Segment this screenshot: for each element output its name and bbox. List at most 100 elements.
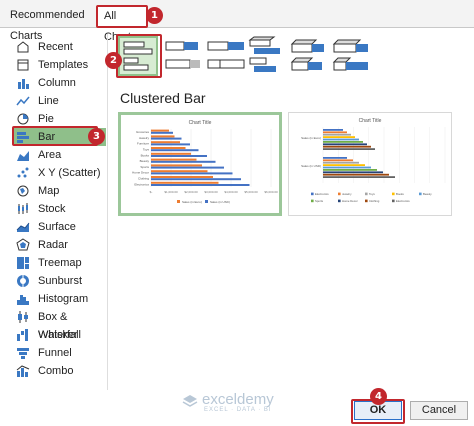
sidebar-item-label: X Y (Scatter) xyxy=(38,167,101,179)
preview-2-legend-swatch xyxy=(419,192,422,196)
sidebar-item-stock[interactable]: Stock xyxy=(14,200,106,218)
preview-1-bar-euro xyxy=(151,135,175,138)
preview-1-bar-usd xyxy=(151,178,241,181)
sidebar-item-combo[interactable]: Combo xyxy=(14,362,106,380)
preview-1-bar-euro xyxy=(151,176,213,178)
preview-1-bar-usd xyxy=(151,137,182,140)
preview-1-category-label: Jewelry xyxy=(139,136,150,140)
preview-2-legend-swatch xyxy=(365,199,368,203)
preview-2-bar xyxy=(323,141,363,143)
sidebar-item-label: Map xyxy=(38,185,60,197)
preview-1-tick-label: $2,000.00 xyxy=(184,190,198,194)
sidebar-item-funnel[interactable]: Funnel xyxy=(14,344,106,362)
cancel-button[interactable]: Cancel xyxy=(410,401,468,420)
sidebar-item-box-whisker[interactable]: Box & Whisker xyxy=(14,308,106,341)
chart-type-sidebar: Recent Templates Column Line Pie Bar Are… xyxy=(8,34,108,390)
preview-1-category-label: Home Decor xyxy=(132,171,149,175)
3d-100-stacked-bar-subtype-icon xyxy=(332,39,368,71)
preview-2-legend-label: Home Decor xyxy=(342,199,358,203)
preview-2-bar xyxy=(323,131,347,134)
preview-2-legend-label: Books xyxy=(396,192,404,196)
preview-1-category-label: Electronics xyxy=(134,182,149,186)
preview-2-chart: Chart Title Sales (in Euro) Sales (in USD)… xyxy=(301,118,446,203)
preview-2-legend-swatch xyxy=(311,192,314,196)
subtype-3d-stacked-bar[interactable] xyxy=(290,36,330,76)
preview-2-bar xyxy=(323,173,389,176)
preview-2-bar xyxy=(323,148,375,150)
column-chart-icon xyxy=(18,79,29,89)
sunburst-chart-icon xyxy=(17,275,29,287)
funnel-chart-icon xyxy=(17,348,29,359)
preview-1-bar-usd xyxy=(151,143,190,146)
3d-clustered-bar-subtype-icon xyxy=(248,36,280,72)
sidebar-item-area[interactable]: Area xyxy=(14,146,106,164)
preview-1-tick-label: $6,000.00 xyxy=(264,190,278,194)
subtype-3d-100-stacked-bar[interactable] xyxy=(332,36,372,76)
preview-1-chart: Chart Title $- $1,000.00 $2,000.00 $3,000.00… xyxy=(132,120,278,204)
sidebar-item-templates[interactable]: Templates xyxy=(14,56,106,74)
sidebar-item-label: Area xyxy=(38,149,62,161)
preview-2-bar xyxy=(323,164,365,166)
chart-preview-1[interactable]: Chart Title $- $1,000.00 $2,000.00 $3,000.00… xyxy=(118,112,282,216)
chart-options-panel: Clustered Bar Chart Title $- $1,000.00 $2,0… xyxy=(112,34,468,390)
sidebar-item-line[interactable]: Line xyxy=(14,92,106,110)
sidebar-item-column[interactable]: Column xyxy=(14,74,106,92)
sidebar-item-surface[interactable]: Surface xyxy=(14,218,106,236)
preview-2-title: Chart Title xyxy=(359,118,382,124)
combo-chart-icon xyxy=(16,365,30,377)
sidebar-item-label: Treemap xyxy=(38,257,82,269)
sidebar-item-radar[interactable]: Radar xyxy=(14,236,106,254)
sidebar-item-label: Combo xyxy=(38,365,74,377)
preview-1-bar-euro xyxy=(151,158,197,161)
preview-1-category-label: Furniture xyxy=(137,142,149,146)
preview-1-bar-euro xyxy=(151,181,219,184)
preview-2-legend-label: Toys xyxy=(369,192,375,196)
chart-preview-2[interactable]: Chart Title Sales (in Euro) Sales (in USD)… xyxy=(288,112,452,216)
sidebar-item-histogram[interactable]: Histogram xyxy=(14,290,106,308)
preview-1-category-label: Clothing xyxy=(138,177,149,181)
templates-icon xyxy=(17,59,29,71)
preview-1-bar-euro xyxy=(151,164,202,167)
preview-1-bar-euro xyxy=(151,170,208,173)
preview-1-bar-euro xyxy=(151,141,180,144)
preview-1-bar-euro xyxy=(151,152,191,155)
subtype-stacked-bar[interactable] xyxy=(164,36,204,76)
sidebar-item-scatter[interactable]: X Y (Scatter) xyxy=(14,164,106,182)
sidebar-item-treemap[interactable]: Treemap xyxy=(14,254,106,272)
treemap-chart-icon xyxy=(17,257,29,269)
preview-2-bar xyxy=(323,145,371,148)
preview-2-legend-label: Beauty xyxy=(423,192,432,196)
preview-2-legend-swatch xyxy=(392,199,395,203)
subtype-100-stacked-bar[interactable] xyxy=(206,36,246,76)
preview-2-legend-label: Electronics xyxy=(396,199,410,203)
waterfall-chart-icon xyxy=(17,329,28,341)
preview-1-category-label: Beauty xyxy=(140,159,150,163)
tab-recommended-charts[interactable]: Recommended Charts xyxy=(4,5,96,42)
preview-1-legend-swatch xyxy=(205,200,208,203)
preview-2-bar xyxy=(323,129,343,131)
sidebar-item-recent[interactable]: Recent xyxy=(14,38,106,56)
preview-2-legend-swatch xyxy=(392,192,395,196)
preview-2-bar xyxy=(323,136,355,138)
preview-1-bar-usd xyxy=(151,172,233,175)
preview-1-category-label: Sports xyxy=(140,165,149,169)
subtype-3d-clustered-bar[interactable] xyxy=(248,36,288,76)
sidebar-item-label: Surface xyxy=(38,221,76,233)
preview-1-tick-label: $5,000.00 xyxy=(244,190,258,194)
histogram-chart-icon xyxy=(17,295,29,305)
sidebar-item-waterfall[interactable]: Waterfall xyxy=(14,326,106,344)
sidebar-item-sunburst[interactable]: Sunburst xyxy=(14,272,106,290)
preview-1-category-label: Groceries xyxy=(136,130,150,134)
preview-1-bar-usd xyxy=(151,160,216,163)
preview-1-bar-euro xyxy=(151,147,186,149)
sidebar-item-label: Funnel xyxy=(38,347,72,359)
sidebar-item-label: Line xyxy=(38,95,59,107)
sidebar-item-label: Sunburst xyxy=(38,275,83,287)
step-badge-4: 4 xyxy=(370,388,387,405)
sidebar-item-map[interactable]: Map xyxy=(14,182,106,200)
preview-1-legend-label: Sales (in Euro) xyxy=(182,200,202,204)
preview-2-bar xyxy=(323,138,359,141)
preview-2-legend-swatch xyxy=(311,199,314,203)
preview-1-tick-label: $1,000.00 xyxy=(164,190,178,194)
step-badge-2: 2 xyxy=(105,52,122,69)
